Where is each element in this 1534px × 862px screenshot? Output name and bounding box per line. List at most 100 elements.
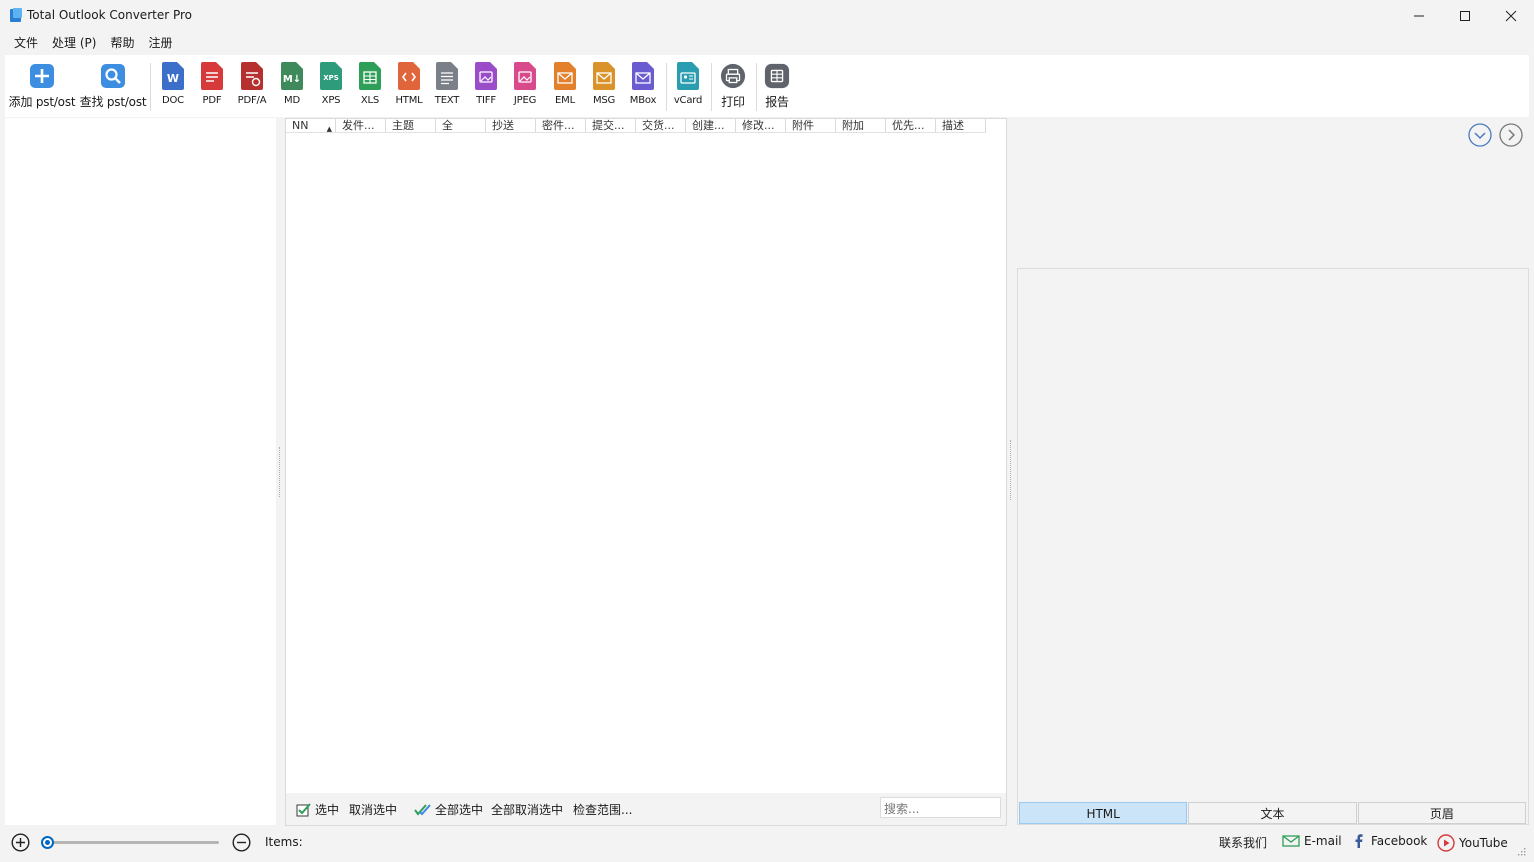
column-header-priority[interactable]: 优先...	[886, 119, 936, 132]
email-link[interactable]: E-mail	[1282, 834, 1342, 848]
md-button[interactable]: M↓ MD	[277, 61, 307, 113]
tiff-button[interactable]: TIFF	[471, 61, 501, 113]
menu-register[interactable]: 注册	[141, 33, 179, 53]
mbox-button[interactable]: MBox	[627, 61, 659, 113]
title-bar: Total Outlook Converter Pro	[0, 0, 1534, 32]
right-splitter-handle[interactable]	[1010, 440, 1012, 500]
msg-button[interactable]: MSG	[589, 61, 619, 113]
facebook-link[interactable]: Facebook	[1354, 834, 1427, 848]
chevron-right-icon[interactable]	[1499, 123, 1523, 147]
column-header-cc[interactable]: 抄送	[486, 119, 536, 132]
column-header-nn[interactable]: NN ▲	[286, 119, 336, 132]
zoom-out-icon[interactable]	[232, 833, 251, 852]
mbox-icon	[632, 62, 654, 90]
preview-tabs: HTML 文本 页眉	[1019, 802, 1527, 824]
xps-button[interactable]: XPS XPS	[316, 61, 346, 113]
jpeg-button[interactable]: JPEG	[510, 61, 540, 113]
text-file-icon	[436, 62, 458, 90]
html-button[interactable]: HTML	[393, 61, 425, 113]
xps-label: XPS	[321, 95, 341, 106]
eml-icon	[554, 62, 576, 90]
zoom-in-icon[interactable]	[11, 833, 30, 852]
add-pst-button[interactable]: 添加 pst/ost	[9, 61, 76, 113]
html-icon	[398, 62, 420, 90]
column-header-description[interactable]: 描述	[936, 119, 986, 132]
word-doc-icon: W	[162, 62, 184, 90]
check-button[interactable]: 选中	[296, 801, 339, 818]
find-pst-label: 查找 pst/ost	[79, 95, 147, 109]
folder-tree-pane[interactable]	[5, 118, 276, 825]
check-range-button[interactable]: 检查范围...	[573, 801, 632, 818]
column-header-created[interactable]: 创建...	[686, 119, 736, 132]
search-input[interactable]: 搜索...	[880, 797, 1001, 818]
column-header-attachments[interactable]: 附件	[786, 119, 836, 132]
menu-file[interactable]: 文件	[0, 33, 45, 53]
tiff-icon	[475, 62, 497, 90]
toolbar: 添加 pst/ost 查找 pst/ost W DOC PDF PDF/A M↓…	[5, 55, 1529, 117]
vcard-button[interactable]: vCard	[672, 61, 704, 113]
pdf-button[interactable]: PDF	[197, 61, 227, 113]
report-button[interactable]: 报告	[762, 61, 792, 113]
resize-grip-icon[interactable]	[1517, 847, 1526, 856]
pdfa-icon	[241, 62, 263, 90]
zoom-slider-thumb[interactable]	[41, 836, 54, 849]
close-icon	[1505, 10, 1517, 22]
menu-help[interactable]: 帮助	[103, 33, 141, 53]
close-button[interactable]	[1488, 0, 1534, 32]
check-label: 选中	[315, 803, 340, 817]
youtube-play-icon	[1437, 834, 1455, 852]
html-label: HTML	[395, 95, 423, 106]
column-header-subject[interactable]: 主题	[386, 119, 436, 132]
menu-bar: 文件 处理 (P) 帮助 注册	[0, 33, 179, 53]
items-count-label: Items:	[265, 835, 303, 849]
toolbar-separator	[711, 63, 712, 111]
left-splitter-handle[interactable]	[279, 447, 281, 497]
minimize-button[interactable]	[1396, 0, 1442, 32]
message-list-pane[interactable]: NN ▲ 发件... 主题 全 抄送 密件... 提交... 交货... 创建..…	[285, 118, 1007, 826]
xps-icon: XPS	[320, 62, 342, 90]
youtube-link[interactable]: YouTube	[1437, 834, 1508, 852]
print-button[interactable]: 打印	[718, 61, 748, 113]
toolbar-separator	[666, 63, 667, 111]
mbox-label: MBox	[629, 95, 657, 106]
tab-text[interactable]: 文本	[1188, 802, 1357, 824]
jpeg-icon	[514, 62, 536, 90]
double-check-icon	[414, 803, 431, 816]
menu-process[interactable]: 处理 (P)	[45, 33, 103, 53]
uncheck-all-button[interactable]: 全部取消选中	[491, 801, 563, 818]
tab-html[interactable]: HTML	[1019, 802, 1188, 824]
check-all-button[interactable]: 全部选中	[414, 801, 483, 818]
message-preview-pane[interactable]	[1017, 268, 1529, 825]
column-header-submitted[interactable]: 提交...	[586, 119, 636, 132]
add-icon	[30, 64, 54, 88]
maximize-button[interactable]	[1442, 0, 1488, 32]
column-header-modified[interactable]: 修改...	[736, 119, 786, 132]
uncheck-button[interactable]: 取消选中	[349, 801, 397, 818]
markdown-icon: M↓	[281, 62, 303, 90]
column-header-delivered[interactable]: 交货...	[636, 119, 686, 132]
column-header-bcc[interactable]: 密件...	[536, 119, 586, 132]
search-icon	[101, 64, 125, 88]
pdfa-label: PDF/A	[237, 95, 267, 106]
column-header-additional[interactable]: 附加	[836, 119, 886, 132]
uncheck-label: 取消选中	[349, 803, 398, 817]
pdfa-button[interactable]: PDF/A	[234, 61, 270, 113]
xls-button[interactable]: XLS	[355, 61, 385, 113]
zoom-slider-track[interactable]	[44, 841, 219, 844]
column-header-sender[interactable]: 发件...	[336, 119, 386, 132]
contact-us-label: 联系我们	[1219, 836, 1268, 850]
chevron-down-icon[interactable]	[1468, 123, 1492, 147]
text-button[interactable]: TEXT	[432, 61, 462, 113]
doc-button[interactable]: W DOC	[157, 61, 189, 113]
eml-button[interactable]: EML	[550, 61, 580, 113]
facebook-label: Facebook	[1371, 834, 1428, 848]
email-label: E-mail	[1304, 834, 1342, 848]
preview-header-area	[1017, 118, 1529, 268]
md-label: MD	[284, 95, 300, 106]
tab-headers[interactable]: 页眉	[1357, 802, 1526, 824]
column-header-to[interactable]: 全	[436, 119, 486, 132]
msg-label: MSG	[592, 95, 616, 106]
find-pst-button[interactable]: 查找 pst/ost	[79, 61, 147, 113]
contact-us-link[interactable]: 联系我们	[1219, 834, 1267, 851]
xls-label: XLS	[360, 95, 380, 106]
